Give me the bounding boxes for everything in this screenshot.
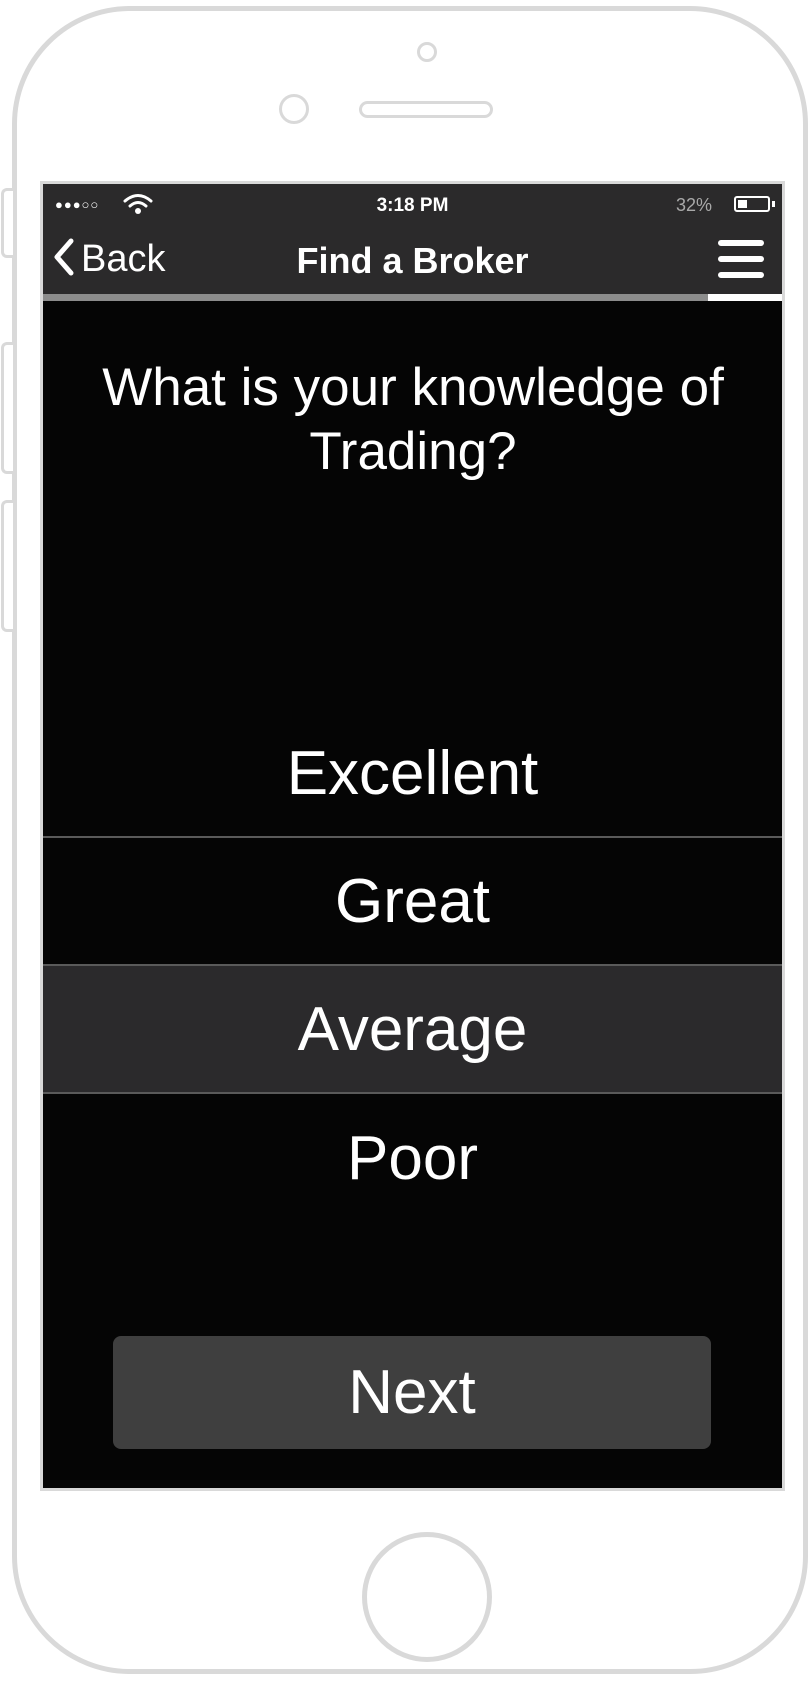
battery-level [738, 200, 747, 208]
status-bar: ●●●○○ 3:18 PM 32% [43, 184, 782, 224]
battery-percentage: 32% [675, 195, 712, 215]
volume-up-button [1, 342, 13, 474]
progress-bar [43, 294, 782, 301]
option-excellent[interactable]: Excellent [43, 711, 782, 838]
status-time: 3:18 PM [376, 195, 449, 216]
battery-icon [734, 196, 770, 212]
app-screen: ●●●○○ 3:18 PM 32% Back Find a Broker Wha… [40, 181, 785, 1491]
volume-down-button [1, 500, 13, 632]
option-poor[interactable]: Poor [43, 1094, 782, 1222]
front-camera [417, 42, 437, 62]
option-average[interactable]: Average [43, 966, 782, 1094]
back-button[interactable]: Back [53, 238, 165, 280]
progress-indicator [708, 294, 782, 301]
option-great[interactable]: Great [43, 838, 782, 966]
battery-tip [772, 201, 775, 207]
home-button[interactable] [362, 1532, 492, 1662]
hamburger-menu-icon[interactable] [718, 240, 764, 278]
question-text: What is your knowledge of Trading? [102, 358, 724, 481]
navigation-bar: Back Find a Broker [43, 224, 782, 294]
answer-options: Excellent Great Average Poor [43, 711, 782, 1222]
earpiece-speaker [359, 101, 493, 118]
chevron-left-icon [53, 238, 75, 281]
next-button[interactable]: Next [113, 1336, 711, 1449]
back-label: Back [81, 237, 166, 280]
mute-switch [1, 188, 13, 258]
proximity-sensor [279, 94, 309, 124]
